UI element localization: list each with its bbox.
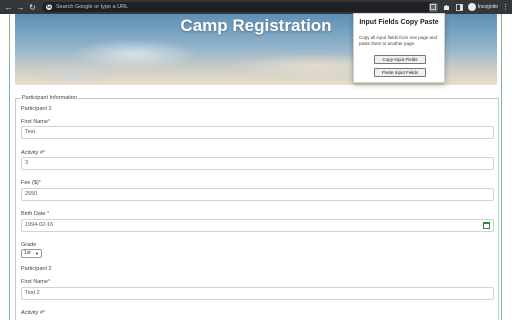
popup-title: Input Fields Copy Paste <box>359 19 439 26</box>
activity-input[interactable]: 3 <box>21 157 494 170</box>
grade-select-value: 1st <box>24 250 31 256</box>
browser-toolbar: ← → ↻ G Search Google or type a URL Inco… <box>0 0 512 14</box>
participant-fieldset: Participant Information Participant 1 Fi… <box>15 95 499 320</box>
birth-date-value: 1994-02-16 <box>25 222 54 228</box>
birth-date-input[interactable]: 1994-02-16 <box>21 219 494 232</box>
paste-input-fields-button[interactable]: Paste Input Fields <box>374 68 426 77</box>
extension-popup: Input Fields Copy Paste Copy all input f… <box>353 13 445 83</box>
activity-label: Activity #* <box>21 150 46 156</box>
first-name-input-2[interactable]: Test 2 <box>21 287 494 300</box>
fieldset-legend: Participant Information <box>21 95 79 101</box>
extension-area: Incognito ⋮ <box>428 0 512 14</box>
back-icon[interactable]: ← <box>3 2 14 13</box>
profile-label[interactable]: Incognito <box>478 4 498 10</box>
first-name-label: First Name* <box>21 119 51 125</box>
popup-description: Copy all input fields from one page and … <box>359 35 438 46</box>
menu-icon[interactable]: ⋮ <box>502 4 509 11</box>
address-bar-placeholder: Search Google or type a URL <box>56 4 129 10</box>
copy-input-fields-button[interactable]: Copy Input Fields <box>374 55 426 64</box>
fee-label: Fee ($)* <box>21 180 41 186</box>
birth-date-label: Birth Date * <box>21 211 50 217</box>
address-bar[interactable]: G Search Google or type a URL <box>42 2 435 12</box>
first-name-label-2: First Name* <box>21 279 51 285</box>
google-icon: G <box>46 4 52 10</box>
extension-active-icon[interactable] <box>428 2 438 12</box>
grade-select[interactable]: 1st ▼ <box>21 249 42 258</box>
fee-input[interactable]: 2550 <box>21 188 494 201</box>
side-panel-icon[interactable] <box>455 3 464 12</box>
incognito-avatar-icon[interactable] <box>467 3 476 11</box>
first-name-input[interactable]: Test <box>21 126 494 139</box>
grade-label: Grade <box>21 242 37 248</box>
chevron-down-icon: ▼ <box>35 251 39 256</box>
activity-label-2: Activity #* <box>21 310 46 316</box>
puzzle-icon[interactable] <box>442 3 451 12</box>
reload-icon[interactable]: ↻ <box>27 2 38 13</box>
participant-2-heading: Participant 2 <box>21 266 52 272</box>
forward-icon[interactable]: → <box>15 2 26 13</box>
participant-1-heading: Participant 1 <box>21 106 52 112</box>
calendar-icon[interactable] <box>483 222 490 229</box>
